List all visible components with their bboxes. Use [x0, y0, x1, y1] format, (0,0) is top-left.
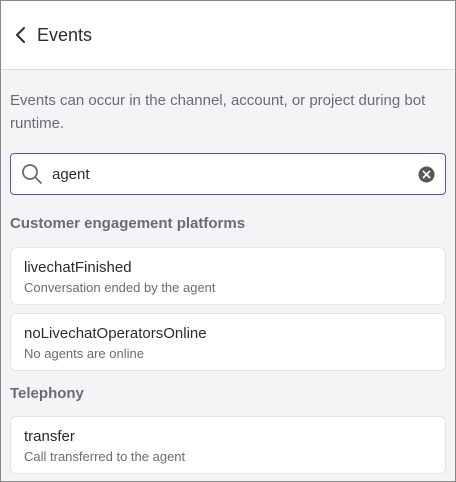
- event-description: Call transferred to the agent: [24, 449, 186, 464]
- back-button[interactable]: [11, 25, 31, 45]
- event-list: livechatFinished Conversation ended by t…: [10, 247, 446, 371]
- search-icon: [21, 163, 43, 185]
- events-panel: Events Events can occur in the channel, …: [0, 0, 456, 482]
- event-item-noLivechatOperatorsOnline[interactable]: noLivechatOperatorsOnline No agents are …: [10, 313, 446, 371]
- event-list: transfer Call transferred to the agent: [10, 416, 446, 474]
- search-box[interactable]: [10, 153, 446, 195]
- panel-header: Events: [1, 1, 455, 70]
- event-description: No agents are online: [24, 346, 144, 361]
- event-name: livechatFinished: [24, 259, 132, 276]
- events-description: Events can occur in the channel, account…: [10, 92, 426, 132]
- clear-circle-icon: [418, 166, 434, 182]
- clear-search-button[interactable]: [417, 165, 435, 183]
- section-title: Telephony: [10, 385, 84, 402]
- event-item-transfer[interactable]: transfer Call transferred to the agent: [10, 416, 446, 474]
- event-description: Conversation ended by the agent: [24, 280, 216, 295]
- event-item-livechatFinished[interactable]: livechatFinished Conversation ended by t…: [10, 247, 446, 305]
- event-name: transfer: [24, 428, 75, 445]
- search-input[interactable]: [52, 165, 417, 183]
- page-title: Events: [37, 24, 93, 45]
- event-name: noLivechatOperatorsOnline: [24, 325, 207, 342]
- chevron-left-icon: [16, 27, 25, 43]
- section-title: Customer engagement platforms: [10, 215, 246, 232]
